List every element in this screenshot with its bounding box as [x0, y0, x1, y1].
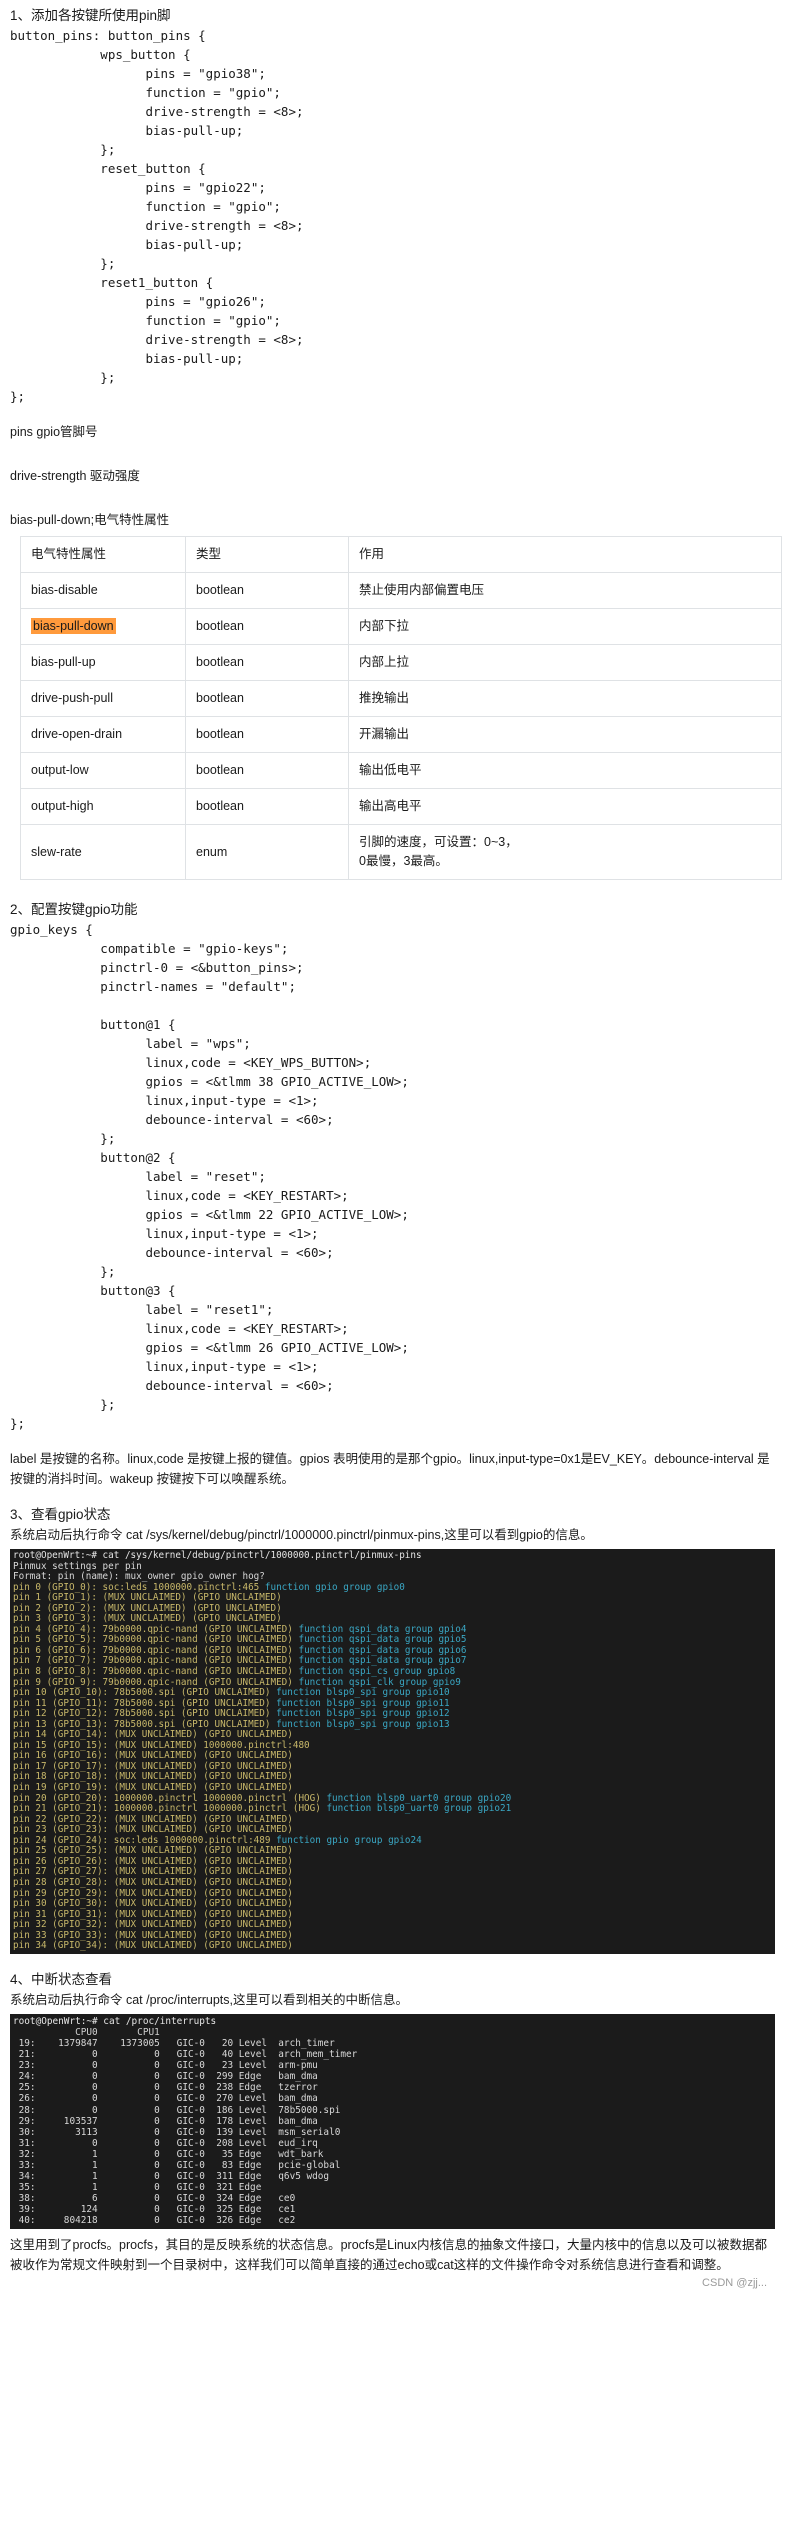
attr-label: output-high	[31, 799, 94, 813]
cell-type: bootlean	[185, 716, 349, 753]
table-row: output-high bootlean 输出高电平	[20, 788, 782, 825]
attr-label-highlighted: bias-pull-down	[31, 618, 116, 634]
table-row: bias-pull-down bootlean 内部下拉	[20, 608, 782, 645]
cell-type: enum	[185, 824, 349, 880]
table-header-use: 作用	[348, 536, 782, 573]
cell-type: bootlean	[185, 608, 349, 645]
terminal-output-lines: Pinmux settings per pin Format: pin (nam…	[13, 1560, 512, 1952]
section-4-heading: 4、中断状态查看	[10, 1971, 113, 1987]
attr-label: slew-rate	[31, 844, 82, 859]
section-2-heading: 2、配置按键gpio功能	[10, 902, 138, 917]
cell-attr: drive-push-pull	[20, 680, 186, 717]
section-1-code-block: button_pins: button_pins { wps_button { …	[10, 28, 304, 404]
cell-use: 开漏输出	[348, 716, 782, 753]
attr-label: drive-open-drain	[31, 727, 123, 741]
table-header-attr: 电气特性属性	[20, 536, 186, 573]
section-3-note: 系统启动后执行命令 cat /sys/kernel/debug/pinctrl/…	[10, 1528, 593, 1542]
table-row: bias-pull-up bootlean 内部上拉	[20, 644, 782, 681]
table-header-row: 电气特性属性 类型 作用	[20, 536, 782, 573]
cell-type: bootlean	[185, 788, 349, 825]
electrical-attributes-table: 电气特性属性 类型 作用 bias-disable bootlean 禁止使用内…	[20, 536, 782, 880]
cell-type: bootlean	[185, 752, 349, 789]
cell-use: 输出低电平	[348, 752, 782, 789]
attr-label: output-low	[31, 763, 89, 777]
table-row: output-low bootlean 输出低电平	[20, 752, 782, 789]
terminal-interrupts: root@OpenWrt:~# cat /proc/interrupts CPU…	[10, 2013, 775, 2229]
csdn-watermark: CSDN @zjj...	[702, 2276, 767, 2289]
section-2-note: label 是按键的名称。linux,code 是按键上报的键值。gpios 表…	[10, 1452, 770, 1486]
document-page: 1、添加各按键所使用pin脚 button_pins: button_pins …	[0, 0, 785, 2297]
section-4-note: 系统启动后执行命令 cat /proc/interrupts,这里可以看到相关的…	[10, 1992, 408, 2007]
cell-attr: drive-open-drain	[20, 716, 186, 753]
note-pins: pins gpio管脚号	[10, 425, 98, 439]
attr-label: bias-pull-up	[31, 655, 96, 669]
interrupts-rows: 19: 1379847 1373005 GIC-0 20 Level arch_…	[18, 2037, 358, 2227]
table-header-type: 类型	[185, 536, 349, 573]
cell-use: 推挽输出	[348, 680, 782, 717]
section-3-heading: 3、查看gpio状态	[10, 1507, 111, 1522]
cell-attr: output-low	[20, 752, 186, 789]
terminal-prompt-line: root@OpenWrt:~# cat /sys/kernel/debug/pi…	[13, 1550, 422, 1561]
cell-attr: output-high	[20, 788, 186, 825]
footer-note: 这里用到了procfs。procfs，其目的是反映系统的状态信息。procfs是…	[10, 2237, 768, 2272]
section-1-heading: 1、添加各按键所使用pin脚	[10, 8, 171, 23]
terminal-prompt-line: root@OpenWrt:~# cat /proc/interrupts	[13, 2015, 217, 2027]
cell-use: 禁止使用内部偏置电压	[348, 572, 782, 609]
interrupts-cpu-header: CPU0 CPU1	[13, 2026, 160, 2038]
cell-attr: slew-rate	[20, 824, 186, 880]
table-row: bias-disable bootlean 禁止使用内部偏置电压	[20, 572, 782, 609]
table-row: drive-push-pull bootlean 推挽输出	[20, 680, 782, 717]
cell-use: 引脚的速度，可设置：0~3， 0最慢，3最高。	[348, 824, 782, 880]
attr-label: bias-disable	[31, 583, 98, 597]
terminal-pinmux-pins: root@OpenWrt:~# cat /sys/kernel/debug/pi…	[10, 1549, 775, 1954]
cell-use: 内部上拉	[348, 644, 782, 681]
table-row: slew-rate enum 引脚的速度，可设置：0~3， 0最慢，3最高。	[20, 824, 782, 880]
section-2-code-block: gpio_keys { compatible = "gpio-keys"; pi…	[10, 922, 409, 1431]
table-body: 电气特性属性 类型 作用 bias-disable bootlean 禁止使用内…	[20, 536, 782, 880]
cell-attr: bias-disable	[20, 572, 186, 609]
table-row: drive-open-drain bootlean 开漏输出	[20, 716, 782, 753]
attr-label: drive-push-pull	[31, 691, 113, 705]
note-bias-pull-down: bias-pull-down;电气特性属性	[10, 513, 170, 527]
note-drive-strength: drive-strength 驱动强度	[10, 469, 140, 483]
cell-attr: bias-pull-up	[20, 644, 186, 681]
cell-use: 输出高电平	[348, 788, 782, 825]
cell-type: bootlean	[185, 680, 349, 717]
cell-type: bootlean	[185, 644, 349, 681]
cell-attr: bias-pull-down	[20, 608, 186, 645]
cell-use: 内部下拉	[348, 608, 782, 645]
cell-type: bootlean	[185, 572, 349, 609]
